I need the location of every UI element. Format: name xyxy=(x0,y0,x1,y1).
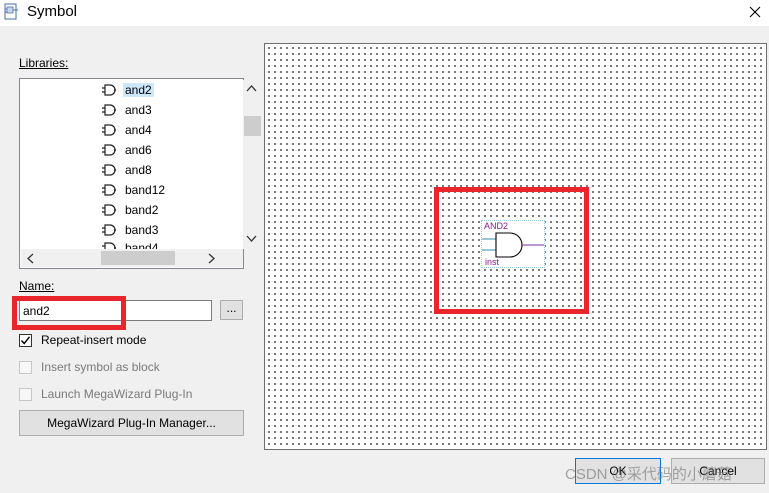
libraries-tree[interactable]: and2 and3 and4 and6 and8 band12 band2 ba… xyxy=(19,78,261,269)
tree-item-and6[interactable]: and6 xyxy=(102,141,154,159)
tree-item-label: band4 xyxy=(125,241,159,249)
tree-item-label: and4 xyxy=(125,123,152,137)
symbol-icon xyxy=(102,104,116,116)
tree-item-band4[interactable]: band4 xyxy=(102,241,160,249)
tree-item-and3[interactable]: and3 xyxy=(102,101,154,119)
tree-item-label: band2 xyxy=(125,203,159,217)
libraries-label: Libraries: xyxy=(19,56,68,70)
tree-item-label: and2 xyxy=(123,83,154,97)
name-highlight-box xyxy=(12,296,126,330)
symbol-icon xyxy=(102,224,116,236)
symbol-icon xyxy=(102,242,116,249)
vertical-scrollbar[interactable] xyxy=(243,80,261,249)
launch-wizard-checkbox[interactable]: Launch MegaWizard Plug-In xyxy=(19,387,192,401)
chevron-right-icon[interactable] xyxy=(208,253,216,264)
symbol-icon xyxy=(102,184,116,196)
symbol-icon xyxy=(102,204,116,216)
symbol-app-icon xyxy=(4,3,20,21)
preview-highlight-box xyxy=(434,187,589,314)
symbol-icon xyxy=(102,84,116,96)
close-button[interactable] xyxy=(741,0,769,26)
checkbox-box[interactable] xyxy=(19,360,32,374)
tree-item-label: band12 xyxy=(125,183,166,197)
symbol-icon xyxy=(102,144,116,156)
repeat-insert-label: Repeat-insert mode xyxy=(41,333,147,347)
libraries-label-text: Libraries: xyxy=(19,56,69,70)
vertical-scroll-thumb[interactable] xyxy=(244,116,261,136)
name-label: Name: xyxy=(19,279,54,293)
tree-item-label: band3 xyxy=(125,223,159,237)
repeat-insert-checkbox[interactable]: Repeat-insert mode xyxy=(19,333,146,347)
tree-item-label: and3 xyxy=(125,103,152,117)
megawizard-manager-button[interactable]: MegaWizard Plug-In Manager... xyxy=(19,410,244,436)
tree-item-label: and6 xyxy=(125,143,152,157)
close-icon xyxy=(749,6,761,18)
tree-item-and4[interactable]: and4 xyxy=(102,121,154,139)
name-label-text: Name: xyxy=(19,279,55,293)
tree-item-label: and8 xyxy=(125,163,152,177)
tree-item-band12[interactable]: band12 xyxy=(102,181,167,199)
tree-item-band3[interactable]: band3 xyxy=(102,221,160,239)
browse-button[interactable]: ... xyxy=(220,300,243,320)
horizontal-scroll-thumb[interactable] xyxy=(101,251,175,265)
chevron-left-icon[interactable] xyxy=(26,253,34,264)
symbol-icon xyxy=(102,124,116,136)
title-bar: Symbol xyxy=(0,0,769,26)
checkmark-icon xyxy=(20,335,31,345)
launch-wizard-label: Launch MegaWizard Plug-In xyxy=(41,387,193,401)
tree-item-and8[interactable]: and8 xyxy=(102,161,154,179)
insert-block-label: Insert symbol as block xyxy=(41,360,160,374)
chevron-down-icon[interactable] xyxy=(246,235,257,243)
insert-block-checkbox[interactable]: Insert symbol as block xyxy=(19,360,160,374)
chevron-up-icon[interactable] xyxy=(246,84,257,92)
checkbox-box[interactable] xyxy=(19,387,32,401)
checkbox-box[interactable] xyxy=(19,333,32,347)
window-title: Symbol xyxy=(27,3,78,20)
watermark: CSDN @采代码的小蘑菇 xyxy=(565,466,732,483)
tree-item-band2[interactable]: band2 xyxy=(102,201,160,219)
horizontal-scrollbar[interactable] xyxy=(21,249,243,267)
symbol-icon xyxy=(102,164,116,176)
tree-item-and2[interactable]: and2 xyxy=(102,81,154,99)
